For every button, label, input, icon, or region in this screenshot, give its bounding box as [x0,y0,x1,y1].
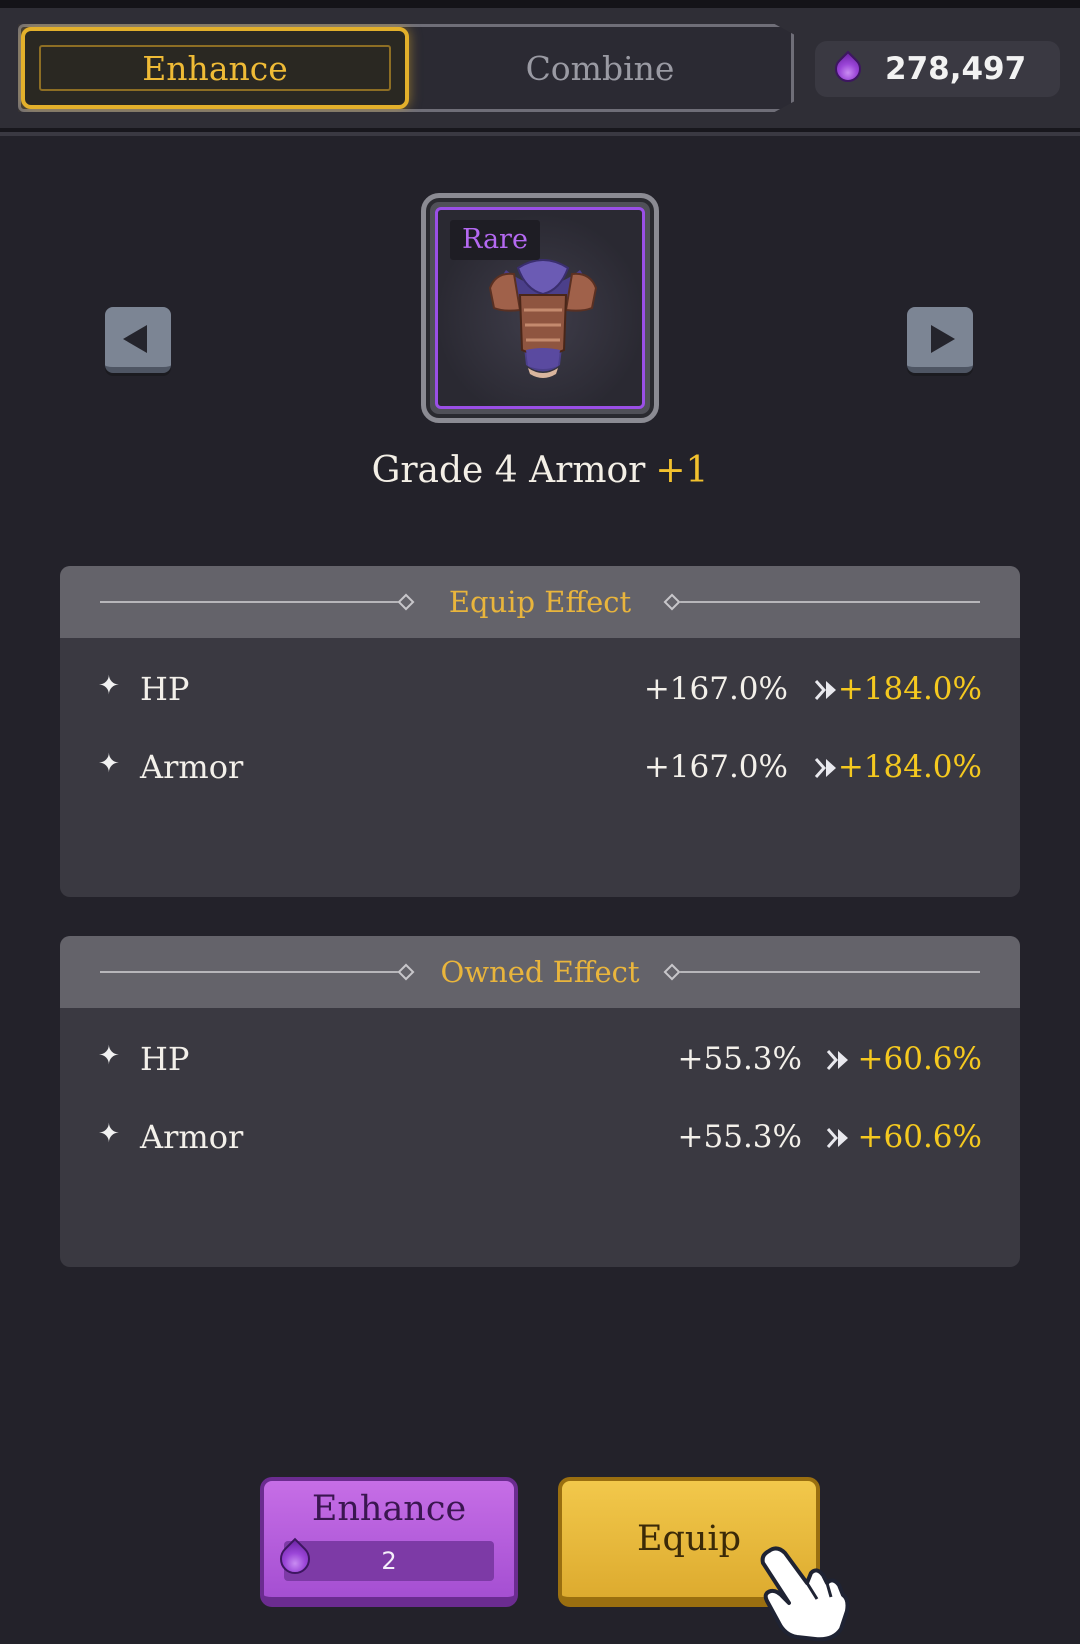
enhance-button[interactable]: Enhance 2 [260,1477,518,1607]
item-card[interactable]: Rare [421,193,659,423]
sparkle-bullet-icon: ✦ [98,671,120,701]
stat-name: Armor [140,1118,244,1156]
tab-combine[interactable]: Combine [409,27,791,109]
stat-name: Armor [140,748,244,786]
rarity-badge: Rare [450,220,540,260]
stat-name: HP [140,670,190,708]
tab-combine-label: Combine [525,48,675,88]
item-name: Grade 4 Armor [371,450,646,491]
stat-current-value: +167.0% [643,671,788,707]
double-chevron-right-icon [826,1050,848,1070]
arrow-left-icon [123,325,147,353]
tab-group: Enhance Combine [18,24,794,112]
stat-current-value: +55.3% [677,1041,802,1077]
top-bar: Enhance Combine 278,497 [0,0,1080,132]
arrow-right-icon [931,325,955,353]
item-slot: Rare [435,207,645,409]
item-title: Grade 4 Armor +1 [0,450,1080,491]
stat-row-hp: ✦ HP +167.0% +184.0% [60,661,1020,717]
sparkle-bullet-icon: ✦ [98,1041,120,1071]
stat-current-value: +167.0% [643,749,788,785]
stat-current-value: +55.3% [677,1119,802,1155]
owned-effect-title: Owned Effect [440,955,640,989]
item-enhance-level: +1 [655,450,709,491]
next-item-button[interactable] [907,307,973,373]
stat-row-hp: ✦ HP +55.3% +60.6% [60,1031,1020,1087]
tutorial-pointer-hand-icon [760,1546,850,1642]
double-chevron-right-icon [814,758,836,778]
stat-next-value: +184.0% [837,749,982,785]
owned-effect-header: Owned Effect [60,936,1020,1008]
top-strip [0,0,1080,8]
sparkle-bullet-icon: ✦ [98,749,120,779]
equip-effect-header: Equip Effect [60,566,1020,638]
enhance-cost: 2 [273,1537,494,1581]
tab-enhance[interactable]: Enhance [21,27,409,109]
currency-amount: 278,497 [885,51,1027,87]
currency-display: 278,497 [815,41,1060,97]
double-chevron-right-icon [826,1128,848,1148]
stat-name: HP [140,1040,190,1078]
armor-icon [488,259,598,378]
previous-item-button[interactable] [105,307,171,373]
enhance-cost-value: 2 [381,1547,397,1575]
equip-effect-title: Equip Effect [448,585,632,619]
tab-enhance-label: Enhance [142,48,288,88]
purple-essence-drop-icon [829,50,867,88]
enhance-button-label: Enhance [311,1489,467,1529]
stat-next-value: +60.6% [857,1119,982,1155]
stat-row-armor: ✦ Armor +167.0% +184.0% [60,739,1020,795]
stat-row-armor: ✦ Armor +55.3% +60.6% [60,1109,1020,1165]
double-chevron-right-icon [814,680,836,700]
owned-effect-panel: Owned Effect ✦ HP +55.3% +60.6% ✦ Armor … [60,936,1020,1267]
equip-effect-panel: Equip Effect ✦ HP +167.0% +184.0% ✦ Armo… [60,566,1020,897]
enhance-screen: Enhance Combine 278,497 Rare Grade 4 Arm… [0,0,1080,1644]
stat-next-value: +60.6% [857,1041,982,1077]
sparkle-bullet-icon: ✦ [98,1119,120,1149]
stat-next-value: +184.0% [837,671,982,707]
